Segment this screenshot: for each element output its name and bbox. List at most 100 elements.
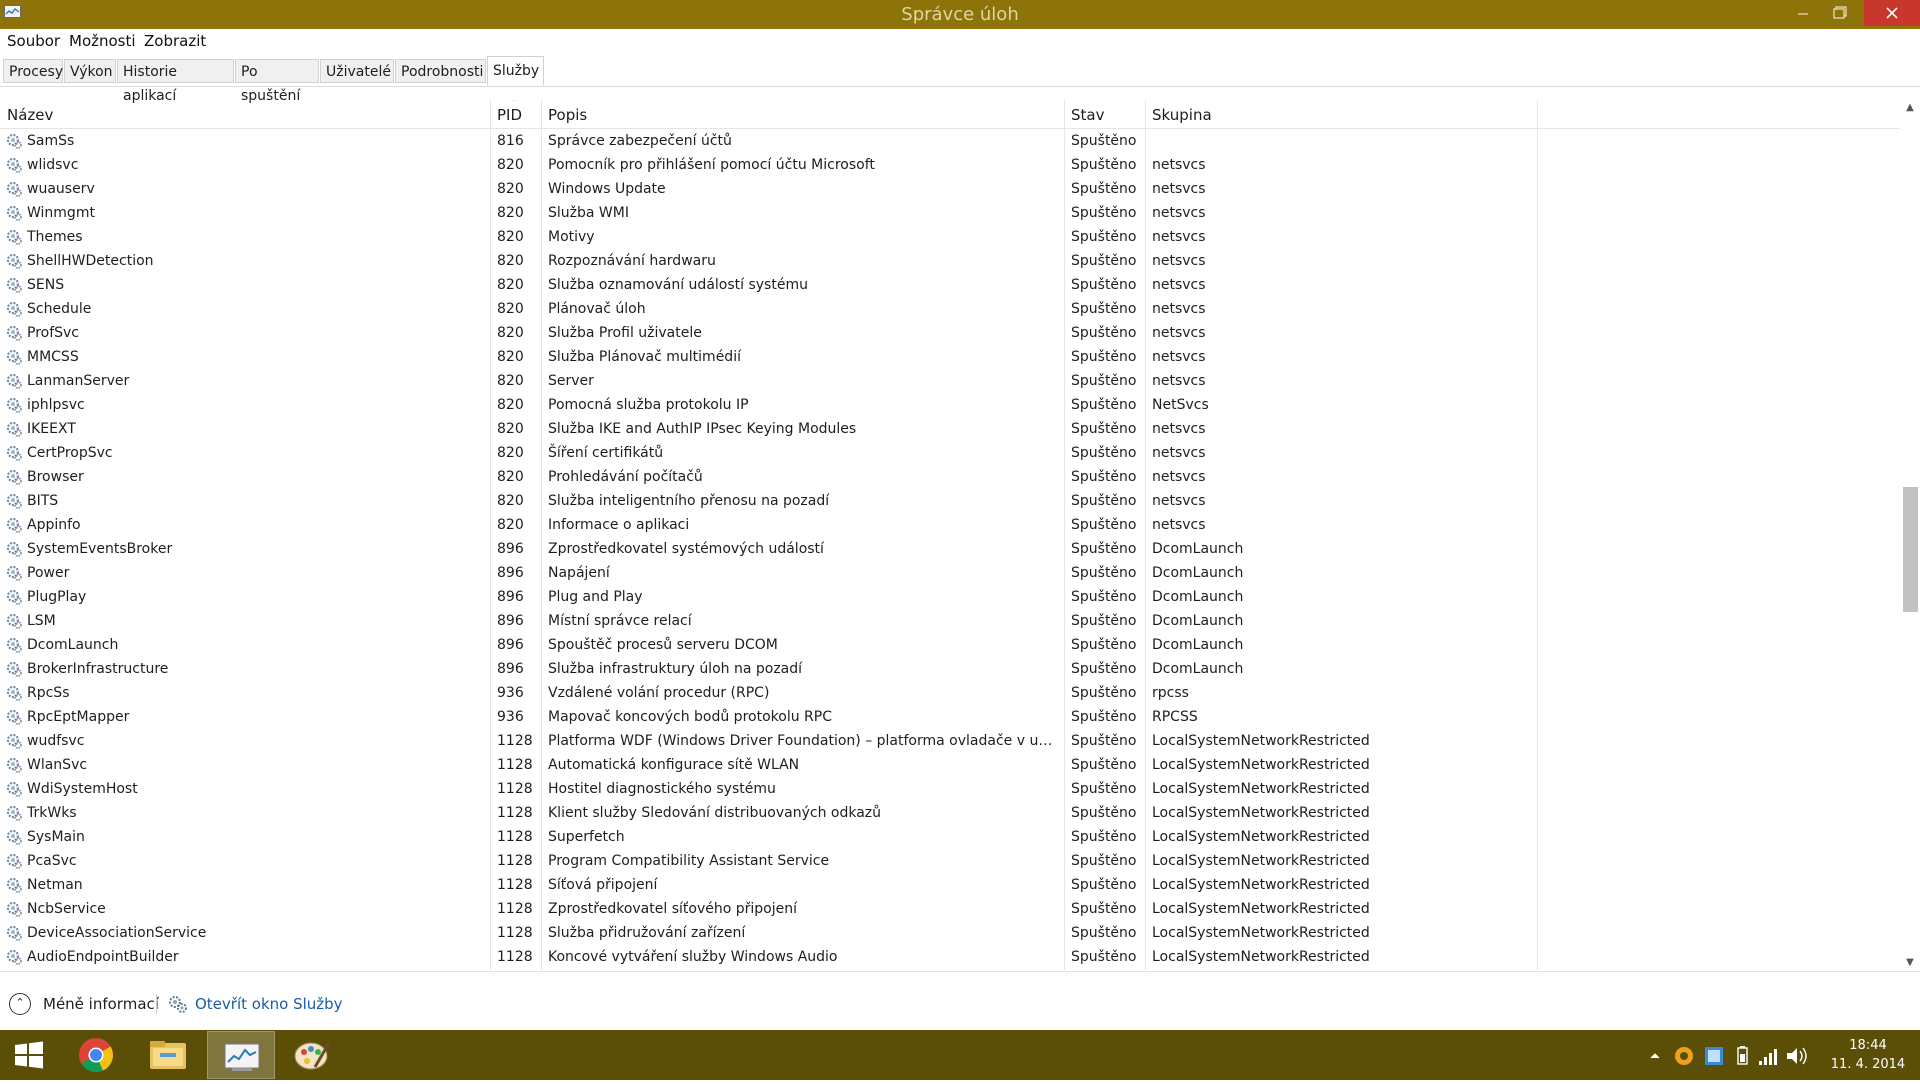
scroll-thumb[interactable] <box>1903 487 1918 612</box>
taskbar-app-paint[interactable] <box>279 1031 347 1079</box>
tab-sluzby[interactable]: Služby <box>487 56 544 86</box>
service-pid: 820 <box>497 493 524 509</box>
table-row[interactable]: PlugPlay 896 Plug and Play Spuštěno DcomLaun… <box>0 585 1900 609</box>
tab-po-spusteni[interactable]: Po spuštění <box>235 59 319 104</box>
service-gear-icon <box>6 417 24 441</box>
table-row[interactable]: WdiSystemHost 1128 Hostitel diagnostického… <box>0 777 1900 801</box>
service-gear-icon <box>6 705 24 729</box>
table-row[interactable]: DcomLaunch 896 Spouštěč procesů serveru DC… <box>0 633 1900 657</box>
table-row[interactable]: DeviceAssociationService 1128 Služba přidr… <box>0 921 1900 945</box>
tray-network[interactable] <box>1756 1030 1780 1080</box>
service-gear-icon <box>6 681 24 705</box>
table-row[interactable]: BrokerInfrastructure 896 Služba infrastruk… <box>0 657 1900 681</box>
tray-app-blue[interactable] <box>1702 1030 1726 1080</box>
tray-orange-app-icon <box>1675 1047 1693 1065</box>
table-row[interactable]: Winmgmt 820 Služba WMI Spuštěno netsvcs <box>0 201 1900 225</box>
column-header-group[interactable]: Skupina <box>1152 100 1212 128</box>
chrome-icon <box>79 1038 113 1072</box>
table-row[interactable]: CertPropSvc 820 Šíření certifikátů Spuštěno… <box>0 441 1900 465</box>
maximize-button[interactable] <box>1818 0 1864 26</box>
table-row[interactable]: Browser 820 Prohledávání počítačů Spuštěno n… <box>0 465 1900 489</box>
table-row[interactable]: IKEEXT 820 Služba IKE and AuthIP IPsec Key… <box>0 417 1900 441</box>
table-row[interactable]: AudioEndpointBuilder 1128 Koncové vytvářen… <box>0 945 1900 969</box>
scroll-up-arrow-icon[interactable]: ▲ <box>1900 102 1920 113</box>
service-description: Klient služby Sledování distribuovaných … <box>548 805 882 821</box>
tray-volume[interactable] <box>1784 1030 1810 1080</box>
service-status: Spuštěno <box>1071 421 1137 437</box>
taskbar-app-task-manager[interactable] <box>207 1031 275 1079</box>
table-row[interactable]: Themes 820 Motivy Spuštěno netsvcs <box>0 225 1900 249</box>
taskbar-app-chrome[interactable] <box>62 1031 130 1079</box>
table-row[interactable]: SamSs 816 Správce zabezpečení účtů Spuštěno <box>0 129 1900 153</box>
table-row[interactable]: iphlpsvc 820 Pomocná služba protokolu IP Sp… <box>0 393 1900 417</box>
tab-vykon[interactable]: Výkon <box>64 59 116 83</box>
table-row[interactable]: TrkWks 1128 Klient služby Sledování distri… <box>0 801 1900 825</box>
service-pid: 1128 <box>497 805 533 821</box>
table-row[interactable]: LSM 896 Místní správce relací Spuštěno DcomL… <box>0 609 1900 633</box>
footer-divider <box>156 994 157 1014</box>
column-header-name[interactable]: Název <box>7 100 53 128</box>
service-gear-icon <box>6 921 24 945</box>
table-row[interactable]: Netman 1128 Síťová připojení Spuštěno LocalS… <box>0 873 1900 897</box>
taskbar-clock[interactable]: 18:44 11. 4. 2014 <box>1820 1036 1916 1074</box>
close-icon <box>1886 7 1898 19</box>
table-row[interactable]: RpcSs 936 Vzdálené volání procedur (RPC) Sp… <box>0 681 1900 705</box>
table-row[interactable]: LanmanServer 820 Server Spuštěno netsvcs <box>0 369 1900 393</box>
service-group: netsvcs <box>1152 373 1206 389</box>
table-row[interactable]: ShellHWDetection 820 Rozpoznávání hardwaru… <box>0 249 1900 273</box>
tab-procesy[interactable]: Procesy <box>3 59 63 83</box>
tab-uzivatele[interactable]: Uživatelé <box>320 59 394 83</box>
vertical-scrollbar[interactable]: ▲ ▼ <box>1900 100 1920 970</box>
table-row[interactable]: NcbService 1128 Zprostředkovatel síťového … <box>0 897 1900 921</box>
column-header-pid[interactable]: PID <box>497 100 522 128</box>
menu-zobrazit[interactable]: Zobrazit <box>144 32 206 50</box>
service-pid: 896 <box>497 589 524 605</box>
service-gear-icon <box>6 225 24 249</box>
service-group: DcomLaunch <box>1152 541 1244 557</box>
service-name: LSM <box>27 613 56 629</box>
service-description: Vzdálené volání procedur (RPC) <box>548 685 770 701</box>
table-row[interactable]: MMCSS 820 Služba Plánovač multimédií Spuště… <box>0 345 1900 369</box>
tab-historie-aplikaci[interactable]: Historie aplikací <box>117 59 234 104</box>
service-status: Spuštěno <box>1071 205 1137 221</box>
service-name: SamSs <box>27 133 75 149</box>
service-group: LocalSystemNetworkRestricted <box>1152 901 1370 917</box>
table-row[interactable]: Appinfo 820 Informace o aplikaci Spuštěno ne… <box>0 513 1900 537</box>
service-description: Služba WMI <box>548 205 629 221</box>
tray-app-orange[interactable] <box>1672 1030 1696 1080</box>
service-name: iphlpsvc <box>27 397 85 413</box>
table-row[interactable]: wudfsvc 1128 Platforma WDF (Windows Driver… <box>0 729 1900 753</box>
service-group: netsvcs <box>1152 325 1206 341</box>
table-row[interactable]: ProfSvc 820 Služba Profil uživatele Spuštěn… <box>0 321 1900 345</box>
column-header-desc[interactable]: Popis <box>548 100 587 128</box>
service-status: Spuštěno <box>1071 589 1137 605</box>
service-gear-icon <box>6 633 24 657</box>
table-row[interactable]: WlanSvc 1128 Automatická konfigurace sítě … <box>0 753 1900 777</box>
table-row[interactable]: PcaSvc 1128 Program Compatibility Assistan… <box>0 849 1900 873</box>
table-row[interactable]: wuauserv 820 Windows Update Spuštěno netsvcs <box>0 177 1900 201</box>
service-status: Spuštěno <box>1071 181 1137 197</box>
column-header-status[interactable]: Stav <box>1071 100 1104 128</box>
table-row[interactable]: Power 896 Napájení Spuštěno DcomLaunch <box>0 561 1900 585</box>
service-name: Schedule <box>27 301 92 317</box>
open-services-link[interactable]: Otevřít okno Služby <box>167 990 343 1018</box>
less-info-button[interactable]: ⌃ Méně informací <box>9 990 159 1018</box>
tray-show-hidden[interactable] <box>1645 1030 1665 1080</box>
table-row[interactable]: SENS 820 Služba oznamování událostí systém… <box>0 273 1900 297</box>
table-row[interactable]: SysMain 1128 Superfetch Spuštěno LocalSystem… <box>0 825 1900 849</box>
scroll-down-arrow-icon[interactable]: ▼ <box>1900 957 1920 968</box>
table-row[interactable]: wlidsvc 820 Pomocník pro přihlášení pomocí… <box>0 153 1900 177</box>
table-row[interactable]: Schedule 820 Plánovač úloh Spuštěno netsvcs <box>0 297 1900 321</box>
menu-soubor[interactable]: Soubor <box>7 32 60 50</box>
start-button[interactable] <box>0 1031 58 1079</box>
service-description: Síťová připojení <box>548 877 658 893</box>
table-row[interactable]: BITS 820 Služba inteligentního přenosu na … <box>0 489 1900 513</box>
tab-podrobnosti[interactable]: Podrobnosti <box>395 59 486 83</box>
tray-battery[interactable] <box>1732 1030 1752 1080</box>
table-row[interactable]: RpcEptMapper 936 Mapovač koncových bodů pr… <box>0 705 1900 729</box>
menu-moznosti[interactable]: Možnosti <box>69 32 136 50</box>
service-name: IKEEXT <box>27 421 76 437</box>
table-row[interactable]: SystemEventsBroker 896 Zprostředkovatel sy… <box>0 537 1900 561</box>
taskbar-app-explorer[interactable] <box>134 1031 202 1079</box>
close-button[interactable] <box>1864 0 1920 26</box>
